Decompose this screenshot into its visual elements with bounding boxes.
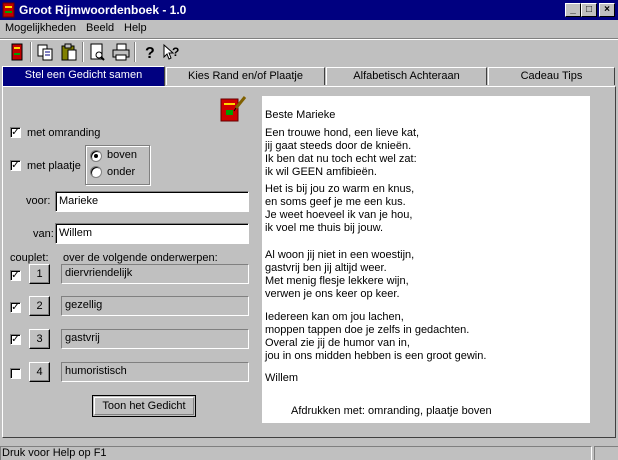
book-pen-icon xyxy=(220,96,247,122)
context-help-icon[interactable]: ? xyxy=(160,41,182,63)
couplet-4-topic[interactable]: humoristisch xyxy=(61,362,249,382)
help-icon[interactable]: ? xyxy=(138,41,160,63)
menu-mogelijkheden[interactable]: Mogelijkheden xyxy=(5,22,76,34)
couplet-4-checkbox[interactable] xyxy=(10,368,21,379)
couplet-4-button[interactable]: 4 xyxy=(29,362,50,382)
poem-line: moppen tappen doe je zelfs in gedachten. xyxy=(265,324,470,336)
for-input[interactable]: Marieke xyxy=(55,191,249,212)
menu-beeld[interactable]: Beeld xyxy=(86,22,114,34)
poem-line: jij gaat steeds door de knieën. xyxy=(265,140,412,152)
couplet-2-button[interactable]: 2 xyxy=(29,296,50,316)
picture-label: met plaatje xyxy=(27,160,81,172)
print-settings-text: Afdrukken met: omranding, plaatje boven xyxy=(291,405,492,417)
window-title: Groot Rijmwoordenboek - 1.0 xyxy=(19,3,187,17)
couplet-2-checkbox[interactable]: ✓ xyxy=(10,302,21,313)
topics-header: over de volgende onderwerpen: xyxy=(63,252,218,264)
border-checkbox[interactable]: ✓ xyxy=(10,127,21,138)
poem-line: ik wil GEEN amfibieën. xyxy=(265,166,377,178)
tab-rand-plaatje[interactable]: Kies Rand en/of Plaatje xyxy=(166,67,325,85)
show-poem-button[interactable]: Toon het Gedicht xyxy=(92,395,196,417)
couplet-1-button[interactable]: 1 xyxy=(29,264,50,284)
app-book-icon xyxy=(2,2,15,18)
poem-line: Je weet hoeveel ik van je hou, xyxy=(265,209,413,221)
status-panel xyxy=(594,446,618,460)
minimize-button[interactable]: _ xyxy=(565,3,581,17)
poem-line: Al woon jij niet in een woestijn, xyxy=(265,249,415,261)
poem-line: Iedereen kan om jou lachen, xyxy=(265,311,404,323)
close-button[interactable]: × xyxy=(599,3,615,17)
poem-line: Een trouwe hond, een lieve kat, xyxy=(265,127,420,139)
couplet-header: couplet: xyxy=(10,252,49,264)
radio-onder[interactable] xyxy=(90,166,102,178)
poem-line: en soms geef je me een kus. xyxy=(265,196,406,208)
poem-view: Beste Marieke Een trouwe hond, een lieve… xyxy=(262,96,590,423)
for-label: voor: xyxy=(26,195,51,207)
poem-line: Het is bij jou zo warm en knus, xyxy=(265,183,415,195)
book-icon[interactable] xyxy=(6,41,28,63)
print-preview-icon[interactable] xyxy=(86,41,108,63)
poem-line: Overal zie jij de humor van in, xyxy=(265,337,410,349)
poem-line: verwen je ons keer op keer. xyxy=(265,288,400,300)
poem-line: Ik ben dat nu toch echt wel zat: xyxy=(265,153,417,165)
couplet-1-checkbox[interactable]: ✓ xyxy=(10,270,21,281)
poem-greeting: Beste Marieke xyxy=(265,109,336,121)
svg-text:?: ? xyxy=(172,45,179,59)
status-text: Druk voor Help op F1 xyxy=(2,447,107,459)
couplet-2-topic[interactable]: gezellig xyxy=(61,296,249,316)
poem-line: gastvrij ben jij altijd weer. xyxy=(265,262,387,274)
couplet-3-button[interactable]: 3 xyxy=(29,329,50,349)
radio-boven[interactable] xyxy=(90,150,102,162)
couplet-1-topic[interactable]: diervriendelijk xyxy=(61,264,249,284)
poem-line: ik voel me thuis bij jouw. xyxy=(265,222,383,234)
radio-onder-label: onder xyxy=(107,166,136,178)
radio-boven-label: boven xyxy=(107,149,137,161)
tab-cadeau-tips[interactable]: Cadeau Tips xyxy=(488,67,615,85)
tab-alfabetisch[interactable]: Alfabetisch Achteraan xyxy=(326,67,487,85)
couplet-3-checkbox[interactable]: ✓ xyxy=(10,334,21,345)
copy-icon[interactable] xyxy=(34,41,56,63)
poem-line: jou in ons midden hebben is een groot ge… xyxy=(265,350,487,362)
poem-line: Met menig flesje lekkere wijn, xyxy=(265,275,409,287)
from-input[interactable]: Willem xyxy=(55,223,249,244)
maximize-button[interactable]: □ xyxy=(581,3,597,17)
menu-help[interactable]: Help xyxy=(124,22,147,34)
from-label: van: xyxy=(33,228,54,240)
print-icon[interactable] xyxy=(110,41,132,63)
show-poem-label: Toon het Gedicht xyxy=(102,400,186,412)
tab-gedicht[interactable]: Stel een Gedicht samen xyxy=(2,66,165,86)
border-label: met omranding xyxy=(27,127,101,139)
couplet-3-topic[interactable]: gastvrij xyxy=(61,329,249,349)
picture-checkbox[interactable]: ✓ xyxy=(10,160,21,171)
svg-text:?: ? xyxy=(145,45,155,62)
paste-icon[interactable] xyxy=(58,41,80,63)
poem-signature: Willem xyxy=(265,372,298,384)
